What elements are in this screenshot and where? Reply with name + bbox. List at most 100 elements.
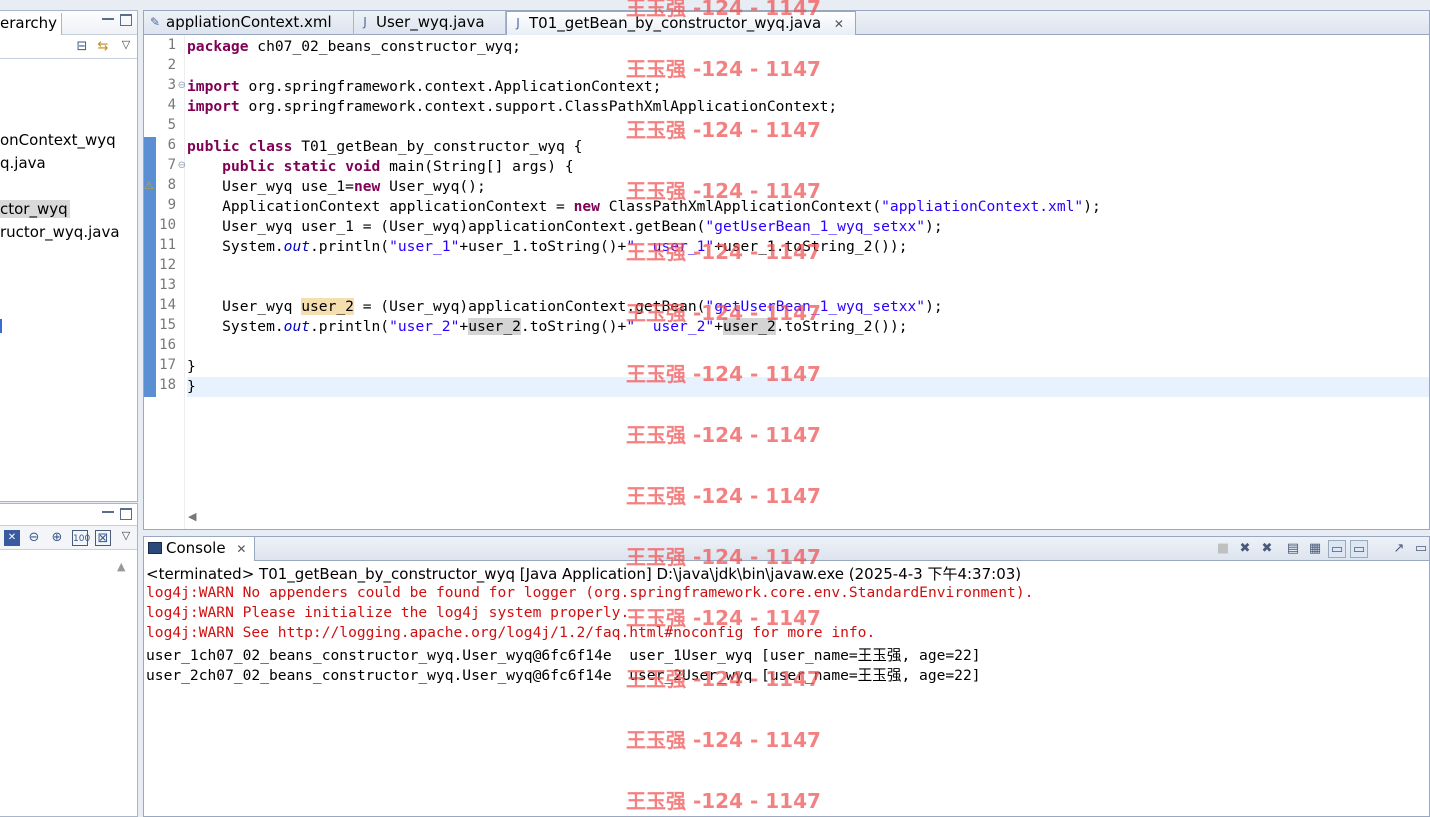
line-number: 16	[159, 337, 176, 353]
code-token: System.	[187, 318, 284, 335]
tab-console[interactable]: Console ✕	[144, 537, 256, 561]
change-marker	[144, 137, 156, 397]
tab-label: appliationContext.xml	[166, 13, 332, 31]
code-token: ch07_02_beans_constructor_wyq;	[248, 38, 521, 55]
code-line[interactable]	[187, 337, 1429, 357]
collapse-all-icon[interactable]: ⊟	[74, 39, 90, 55]
view-menu-icon[interactable]: ▽	[118, 37, 134, 53]
tab-user-java[interactable]: J User_wyq.java	[354, 11, 506, 35]
line-number: 9	[167, 197, 176, 213]
open-console-icon[interactable]: ↗	[1390, 540, 1408, 558]
code-token: " user_2"	[626, 318, 715, 335]
change-ruler	[144, 35, 156, 529]
code-line[interactable]: import org.springframework.context.Appli…	[187, 77, 1429, 97]
tree-item[interactable]: q.java	[0, 154, 46, 172]
tab-xml-file[interactable]: ✎ appliationContext.xml	[144, 11, 354, 35]
line-number-gutter: 1 2 3 ⊖ 4 5 6 7 ⊖ 8 9 10 11 12 13 14 15 16 17 18	[156, 35, 186, 529]
code-line[interactable]: User_wyq user_2 = (User_wyq)applicationC…	[187, 297, 1429, 317]
line-number: 17	[159, 357, 176, 373]
hierarchy-panel: erarchy ⊟ ⇆ ▽ onContext_wyq q.java ctor_wy…	[0, 10, 138, 502]
show-on-stderr-icon[interactable]: ▭	[1350, 540, 1368, 558]
tree-marker	[0, 319, 2, 333]
line-number: 4	[167, 97, 176, 113]
tree-item[interactable]: onContext_wyq	[0, 131, 116, 149]
code-line[interactable]: System.out.println("user_1"+user_1.toStr…	[187, 237, 1429, 257]
code-line[interactable]: }	[187, 357, 1429, 377]
remove-all-launches-icon[interactable]: ✖	[1258, 540, 1276, 558]
console-line: user_1ch07_02_beans_constructor_wyq.User…	[146, 647, 981, 664]
tab-t01-java[interactable]: J T01_getBean_by_constructor_wyq.java ✕	[506, 11, 856, 35]
code-line[interactable]: User_wyq use_1=new User_wyq();	[187, 177, 1429, 197]
code-token: .toString_2());	[775, 318, 908, 335]
scroll-lock-icon[interactable]: ▦	[1306, 540, 1324, 558]
maximize-icon[interactable]	[120, 14, 132, 26]
hierarchy-toolbar: ⊟ ⇆ ▽	[0, 35, 137, 59]
code-line[interactable]	[187, 117, 1429, 137]
zoom-in-icon[interactable]: ⊕	[49, 530, 65, 546]
code-token: org.springframework.context.support.Clas…	[239, 98, 838, 115]
hierarchy-tabbar: erarchy	[0, 11, 137, 35]
code-line[interactable]: package ch07_02_beans_constructor_wyq;	[187, 37, 1429, 57]
code-token: User_wyq use_1=	[187, 178, 354, 195]
code-line[interactable]: User_wyq user_1 = (User_wyq)applicationC…	[187, 217, 1429, 237]
code-token: );	[925, 218, 943, 235]
link-with-editor-icon[interactable]: ⇆	[95, 39, 111, 55]
outline-panel: ✕ ⊖ ⊕ 100 ⊠ ▽ ▲	[0, 503, 138, 817]
line-number: 14	[159, 297, 176, 313]
tree-item[interactable]: ructor_wyq.java	[0, 223, 120, 241]
code-token: new	[573, 198, 600, 215]
code-token: out	[283, 318, 311, 335]
code-line[interactable]: public class T01_getBean_by_constructor_…	[187, 137, 1429, 157]
show-on-stdout-icon[interactable]: ▭	[1328, 540, 1346, 558]
fold-toggle-icon[interactable]: ⊖	[178, 160, 186, 171]
code-line[interactable]	[187, 57, 1429, 77]
code-line[interactable]: }	[187, 377, 1429, 397]
close-console-icon[interactable]: ✕	[236, 542, 246, 556]
view-menu-icon[interactable]: ▽	[118, 528, 134, 544]
select-icon[interactable]: ✕	[4, 530, 20, 546]
console-line: log4j:WARN See http://logging.apache.org…	[146, 624, 876, 641]
code-line[interactable]: ApplicationContext applicationContext = …	[187, 197, 1429, 217]
code-token: main(String[] args) {	[380, 158, 574, 175]
code-token: User_wyq user_1 = (User_wyq)applicationC…	[187, 218, 706, 235]
tree-item[interactable]: ctor_wyq	[0, 200, 70, 218]
remove-launch-icon[interactable]: ✖	[1236, 540, 1254, 558]
code-line[interactable]: import org.springframework.context.suppo…	[187, 97, 1429, 117]
zoom-100-icon[interactable]: 100	[72, 530, 90, 546]
scroll-up-icon[interactable]: ▲	[117, 560, 125, 573]
terminate-icon[interactable]: ■	[1214, 540, 1232, 558]
minimize-icon[interactable]	[102, 507, 114, 513]
close-tab-icon[interactable]: ✕	[834, 17, 844, 31]
warning-icon[interactable]: ⚠	[144, 179, 156, 193]
code-line[interactable]: System.out.println("user_2"+user_2.toStr…	[187, 317, 1429, 337]
code-line[interactable]: public static void main(String[] args) {	[187, 157, 1429, 177]
code-token: class	[248, 138, 293, 155]
code-token: public	[222, 158, 275, 175]
clear-console-icon[interactable]: ▤	[1284, 540, 1302, 558]
code-token: );	[925, 298, 943, 315]
code-token: +	[459, 318, 469, 335]
line-number: 7	[167, 157, 176, 173]
code-token: new	[353, 178, 381, 195]
fit-icon[interactable]: ⊠	[95, 530, 111, 546]
code-token: out	[283, 238, 311, 255]
maximize-icon[interactable]	[120, 508, 132, 520]
code-line[interactable]	[187, 277, 1429, 297]
code-area[interactable]: 1 2 3 ⊖ 4 5 6 7 ⊖ 8 9 10 11 12 13 14 15 16 17 18 ⚠ package …	[144, 35, 1429, 529]
hierarchy-tab[interactable]: erarchy	[0, 13, 63, 35]
code-token: = (User_wyq)applicationContext.getBean(	[353, 298, 706, 315]
console-line: log4j:WARN No appenders could be found f…	[146, 584, 1034, 601]
line-number: 3	[167, 77, 176, 93]
code-token: user_2	[723, 318, 776, 335]
code-token: "user_1"	[389, 238, 460, 255]
zoom-out-icon[interactable]: ⊖	[26, 530, 42, 546]
fold-toggle-icon[interactable]: ⊖	[178, 80, 186, 91]
minimize-icon[interactable]	[102, 14, 114, 20]
code-line[interactable]	[187, 257, 1429, 277]
display-console-icon[interactable]: ▭	[1412, 540, 1430, 558]
console-tab-label: Console	[166, 539, 226, 557]
code-token: "appliationContext.xml"	[881, 198, 1084, 215]
scroll-left-icon[interactable]: ◀	[188, 510, 196, 523]
code-token: import	[187, 78, 240, 95]
code-token: void	[345, 158, 381, 175]
